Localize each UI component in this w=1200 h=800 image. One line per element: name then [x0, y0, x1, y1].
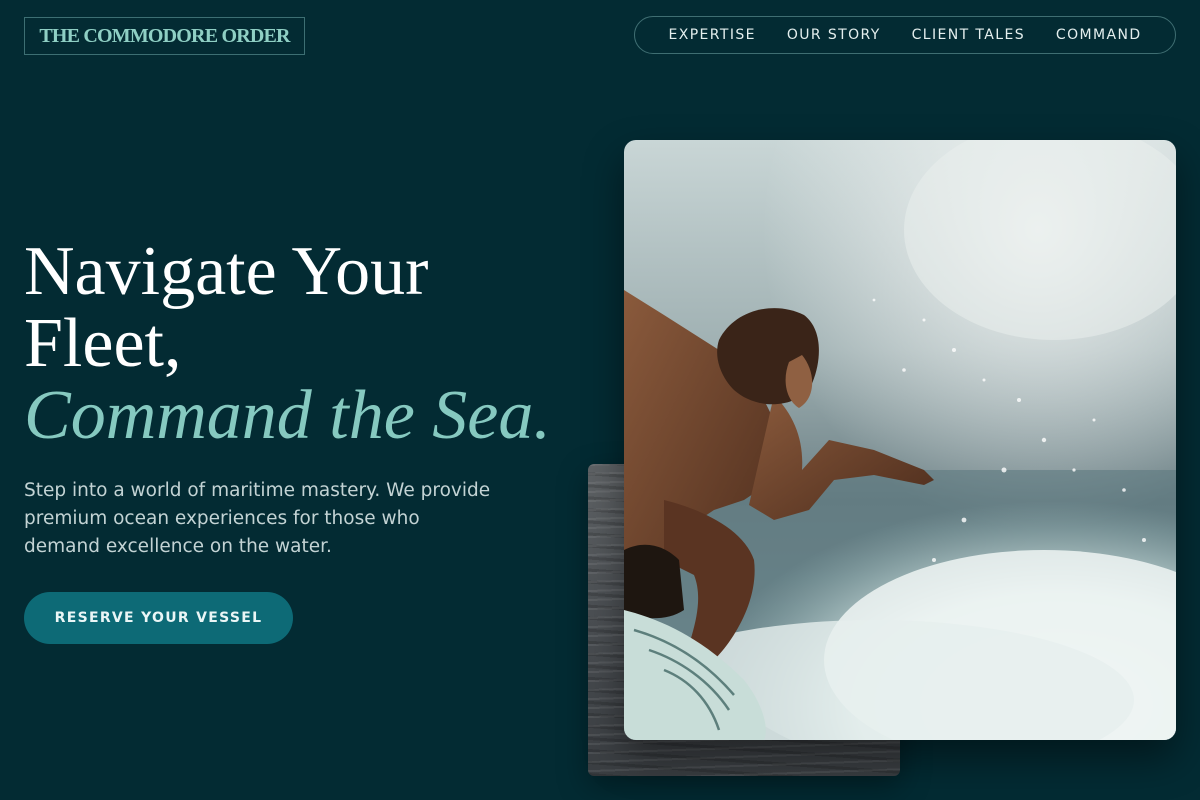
- headline-accent: Command the Sea.: [24, 377, 551, 454]
- nav-item-our-story[interactable]: OUR STORY: [787, 27, 881, 43]
- headline-line-2: Fleet,: [24, 305, 182, 382]
- main-nav: EXPERTISE OUR STORY CLIENT TALES COMMAND: [634, 16, 1176, 54]
- hero-headline: Navigate Your Fleet, Command the Sea.: [24, 236, 551, 452]
- reserve-vessel-button[interactable]: RESERVE YOUR VESSEL: [24, 592, 293, 644]
- hero-subtext: Step into a world of maritime mastery. W…: [24, 480, 491, 557]
- headline-line-1: Navigate Your: [24, 233, 429, 310]
- nav-item-client-tales[interactable]: CLIENT TALES: [912, 27, 1025, 43]
- surfer-photo: [624, 140, 1176, 740]
- nav-item-expertise[interactable]: EXPERTISE: [668, 27, 755, 43]
- brand-logo[interactable]: THE COMMODORE ORDER: [24, 17, 305, 55]
- nav-item-command[interactable]: COMMAND: [1056, 27, 1142, 43]
